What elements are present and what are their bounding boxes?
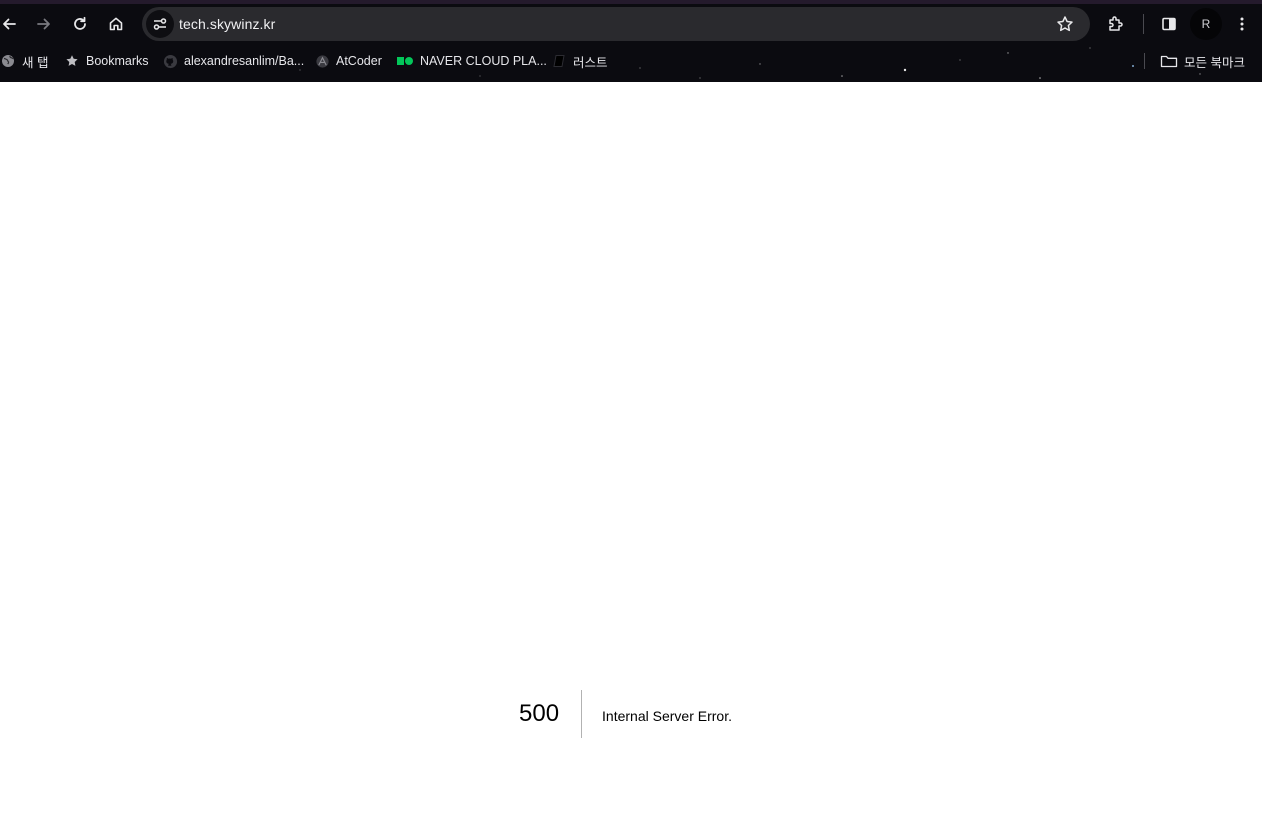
github-icon: [162, 53, 178, 69]
atcoder-icon: [314, 53, 330, 69]
home-icon: [109, 17, 123, 31]
tune-icon: [153, 18, 167, 30]
bookmark-bookmarks[interactable]: Bookmarks: [64, 48, 149, 74]
browser-chrome: tech.skywinz.kr R 새 탭 Bookmarks alexandr…: [0, 0, 1262, 82]
all-bookmarks-label: 모든 북마크: [1184, 55, 1245, 70]
bookmark-label: 러스트: [573, 55, 608, 70]
reload-icon: [74, 16, 86, 30]
error-container: 500 Internal Server Error.: [500, 690, 732, 738]
side-panel-icon: [1162, 17, 1176, 31]
site-info-button[interactable]: [146, 10, 174, 38]
browser-toolbar: tech.skywinz.kr R: [0, 6, 1262, 42]
address-bar[interactable]: tech.skywinz.kr: [142, 7, 1090, 41]
reload-button[interactable]: [64, 6, 96, 42]
book-icon: [551, 53, 567, 69]
bookmark-label: AtCoder: [336, 54, 382, 68]
forward-button[interactable]: [28, 6, 60, 42]
all-bookmarks-button[interactable]: 모든 북마크: [1160, 48, 1245, 74]
error-code: 500: [500, 690, 583, 738]
error-message: Internal Server Error.: [602, 708, 732, 724]
home-button[interactable]: [100, 6, 132, 42]
star-outline-icon: [1057, 16, 1073, 32]
puzzle-icon: [1109, 16, 1123, 31]
extensions-button[interactable]: [1100, 6, 1132, 42]
url-text[interactable]: tech.skywinz.kr: [179, 7, 275, 41]
arrow-right-icon: [37, 18, 50, 30]
bookmark-label: alexandresanlim/Ba...: [184, 54, 305, 68]
bookmark-github[interactable]: alexandresanlim/Ba...: [162, 48, 304, 74]
tab-strip-edge: [0, 0, 1262, 4]
bookmark-atcoder[interactable]: AtCoder: [314, 48, 382, 74]
bookmarks-divider: [1144, 53, 1145, 69]
folder-icon: [1160, 53, 1178, 69]
bookmarks-bar: 새 탭 Bookmarks alexandresanlim/Ba... AtCo…: [0, 48, 1262, 74]
bookmark-label: Bookmarks: [86, 54, 149, 68]
bookmark-naver-cloud[interactable]: NAVER CLOUD PLA...: [396, 48, 547, 74]
arrow-left-icon: [3, 18, 16, 30]
toolbar-divider: [1143, 14, 1144, 34]
globe-icon: [0, 53, 16, 69]
bookmark-new-tab[interactable]: 새 탭: [0, 48, 48, 74]
page-content: 500 Internal Server Error.: [0, 82, 1262, 836]
naver-cloud-icon: [396, 53, 414, 69]
bookmark-label: NAVER CLOUD PLA...: [420, 54, 547, 68]
star-icon: [64, 53, 80, 69]
side-panel-button[interactable]: [1153, 6, 1185, 42]
profile-avatar[interactable]: R: [1190, 8, 1222, 40]
bookmark-rust[interactable]: 러스트: [551, 48, 608, 74]
bookmark-label: 새 탭: [22, 55, 49, 70]
bookmark-star-button[interactable]: [1050, 9, 1080, 39]
menu-button[interactable]: [1226, 6, 1258, 42]
more-vertical-icon: [1240, 17, 1244, 31]
back-button[interactable]: [0, 6, 18, 42]
